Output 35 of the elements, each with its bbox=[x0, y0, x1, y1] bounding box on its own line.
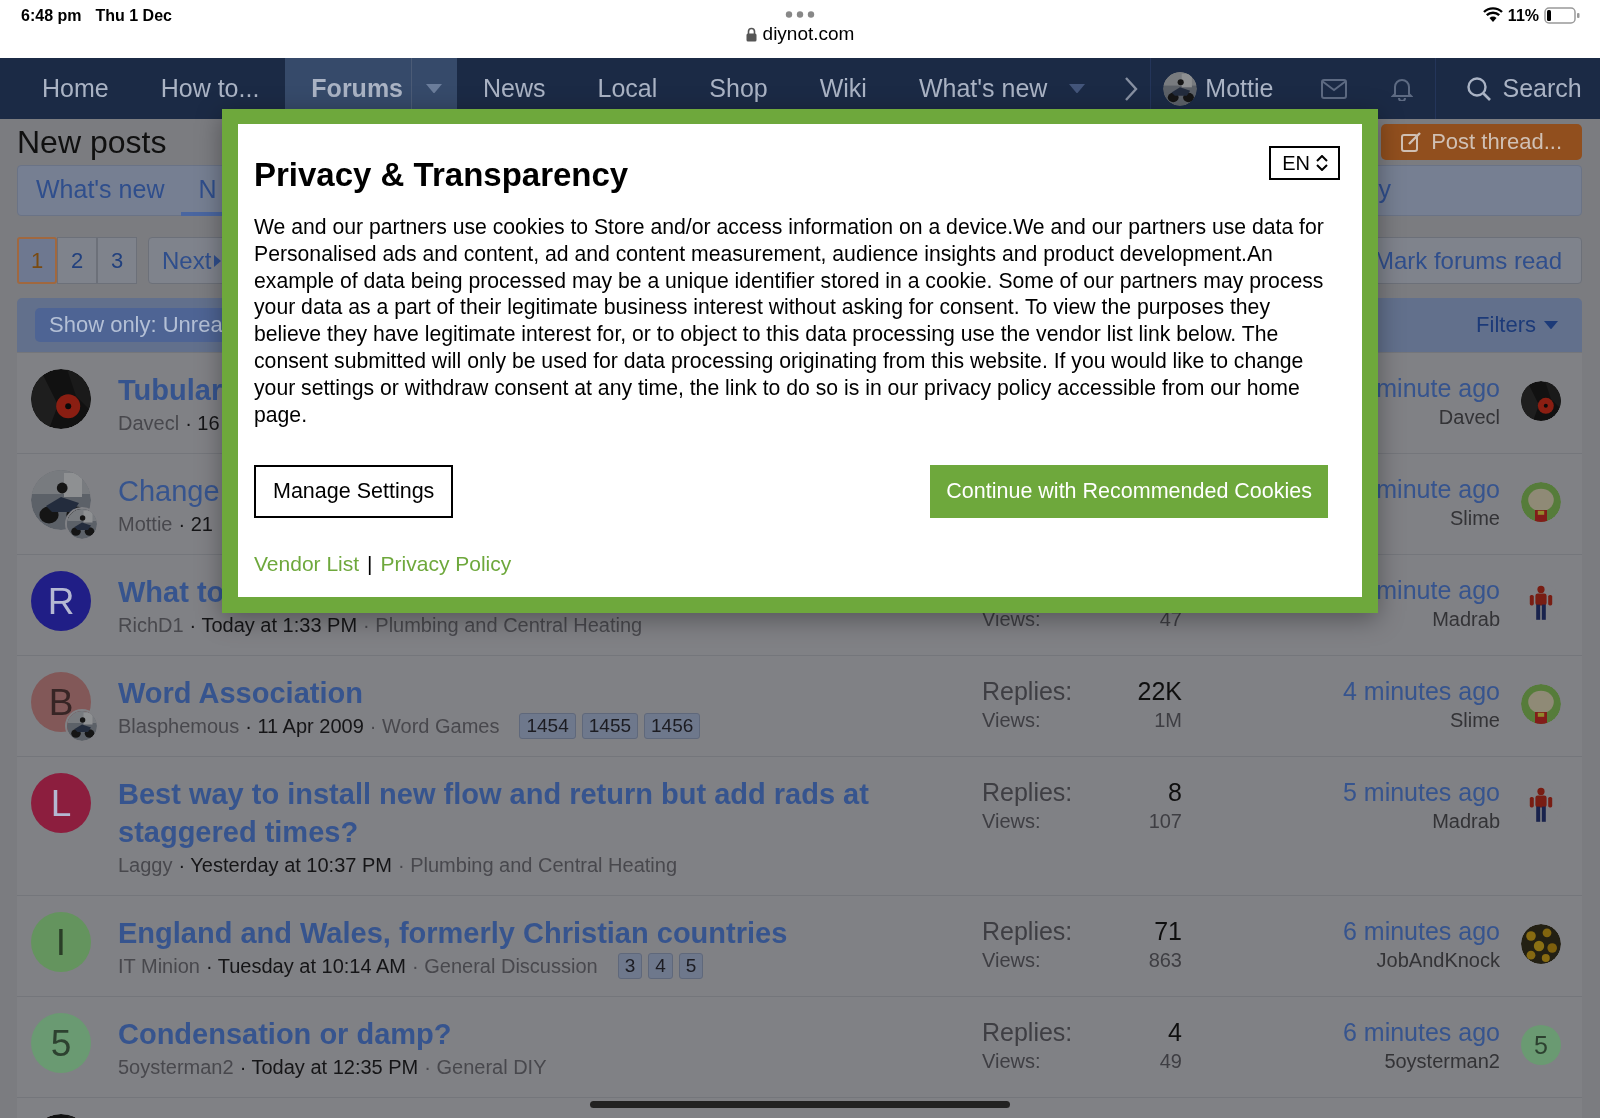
post-date: · 21 bbox=[178, 512, 213, 537]
post-date: · 16 bbox=[185, 411, 220, 436]
avatar: R bbox=[31, 571, 91, 631]
post-date: · 11 Apr 2009 bbox=[245, 714, 364, 739]
post-date: · Today at 1:33 PM bbox=[189, 613, 358, 638]
page-title: New posts bbox=[17, 123, 167, 162]
dialog-title: Privacy & Transparency bbox=[254, 155, 629, 195]
views-count: 863 bbox=[1148, 948, 1182, 973]
replies-label: Replies: bbox=[982, 777, 1073, 807]
views-label: Views: bbox=[982, 948, 1042, 973]
battery-percent: 11% bbox=[1507, 7, 1539, 25]
avatar: L bbox=[31, 773, 91, 833]
replies-count: 4 bbox=[1167, 1017, 1182, 1047]
replies-label: Replies: bbox=[982, 916, 1073, 946]
replies-label: Replies: bbox=[982, 676, 1073, 706]
post-date: · Today at 12:35 PM bbox=[239, 1055, 419, 1080]
avatar: 5 bbox=[1521, 1025, 1561, 1065]
post-date: · Tuesday at 10:14 AM bbox=[205, 954, 406, 979]
views-count: 1M bbox=[1153, 708, 1182, 733]
views-label: Views: bbox=[982, 809, 1042, 834]
replies-label: Replies: bbox=[982, 1017, 1073, 1047]
replies-count: 71 bbox=[1153, 916, 1182, 946]
avatar: 5 bbox=[31, 1013, 91, 1073]
views-label: Views: bbox=[982, 708, 1042, 733]
replies-count: 8 bbox=[1167, 777, 1182, 807]
replies-count: 22K bbox=[1137, 676, 1182, 706]
post-date: · Yesterday at 10:37 PM bbox=[178, 853, 392, 878]
date-text: Thu 1 Dec bbox=[95, 7, 172, 25]
link-separator: | bbox=[367, 552, 373, 577]
views-count: 49 bbox=[1159, 1049, 1182, 1074]
clock-time: 6:48 pm bbox=[21, 7, 82, 25]
views-label: Views: bbox=[982, 607, 1041, 632]
views-label: Views: bbox=[982, 1049, 1042, 1074]
avatar: I bbox=[31, 912, 91, 972]
views-count: 107 bbox=[1148, 809, 1182, 834]
